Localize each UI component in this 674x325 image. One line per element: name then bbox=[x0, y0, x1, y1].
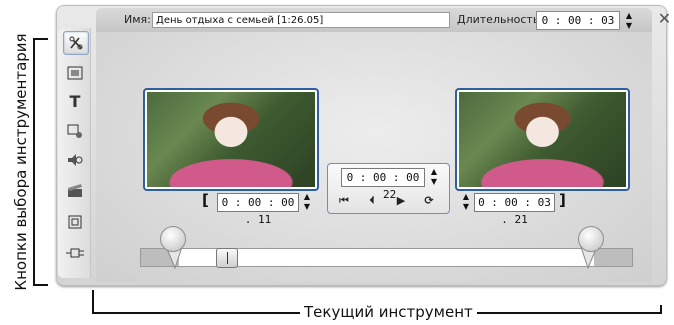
audio-icon[interactable] bbox=[63, 120, 87, 142]
in-timecode-spinner[interactable]: ▲ ▼ bbox=[302, 192, 312, 212]
left-bracket-vertical bbox=[33, 38, 35, 286]
plugin-icon[interactable] bbox=[63, 242, 87, 264]
left-bracket-top bbox=[33, 38, 48, 40]
toolbar-buttons-callout-label: Кнопки выбора инструментария bbox=[12, 33, 30, 291]
current-timecode-field[interactable]: 0 : 00 : 00 . 22 bbox=[341, 168, 425, 201]
out-trim-handle[interactable] bbox=[578, 226, 604, 252]
bottom-bracket-line-right bbox=[466, 312, 662, 314]
name-label: Имя: bbox=[124, 13, 151, 26]
out-frame-preview bbox=[455, 88, 630, 191]
out-timecode-field[interactable]: 0 : 00 : 03 . 21 bbox=[474, 193, 555, 226]
out-frame-image bbox=[459, 92, 626, 187]
play-button[interactable]: ▶ bbox=[393, 194, 409, 207]
bottom-bracket-line-left bbox=[92, 312, 302, 314]
out-timecode-spinner[interactable]: ▲ ▼ bbox=[461, 192, 471, 212]
out-bracket-glyph: ] bbox=[559, 191, 566, 209]
go-to-start-button[interactable]: ⏮ bbox=[336, 194, 352, 208]
clip-properties-icon[interactable] bbox=[63, 31, 89, 55]
duration-field[interactable]: 0 : 00 : 03 . 11 bbox=[536, 11, 620, 44]
timeline-scrubber[interactable] bbox=[140, 248, 633, 267]
in-frame-image bbox=[147, 92, 315, 187]
in-timecode-field[interactable]: 0 : 00 : 00 . 11 bbox=[217, 193, 299, 226]
title-icon[interactable]: T bbox=[63, 90, 87, 112]
bottom-bracket-vertical bbox=[92, 290, 94, 314]
in-bracket-glyph: [ bbox=[202, 191, 209, 209]
bottom-bracket-right-tick bbox=[660, 305, 662, 314]
video-overlay-icon[interactable] bbox=[63, 62, 87, 84]
close-button[interactable]: ✕ bbox=[656, 9, 673, 28]
name-input[interactable]: День отдыха с семьей [1:26.05] bbox=[152, 12, 450, 28]
playhead-handle[interactable] bbox=[216, 248, 238, 268]
frame-icon[interactable] bbox=[63, 211, 87, 233]
current-timecode-spinner[interactable]: ▲ ▼ bbox=[429, 167, 439, 187]
previous-frame-button[interactable]: ⏴ bbox=[364, 194, 380, 208]
left-bracket-bottom bbox=[33, 284, 48, 286]
in-frame-preview bbox=[143, 88, 319, 191]
current-tool-callout-label: Текущий инструмент bbox=[300, 303, 477, 321]
duration-spinner[interactable]: ▲ ▼ bbox=[624, 11, 634, 31]
in-trim-handle[interactable] bbox=[160, 226, 186, 252]
edit-icon[interactable] bbox=[63, 179, 87, 201]
loop-button[interactable]: ⟳ bbox=[421, 194, 437, 207]
duration-label: Длительность: bbox=[457, 13, 544, 26]
sound-effects-icon[interactable] bbox=[63, 149, 87, 171]
